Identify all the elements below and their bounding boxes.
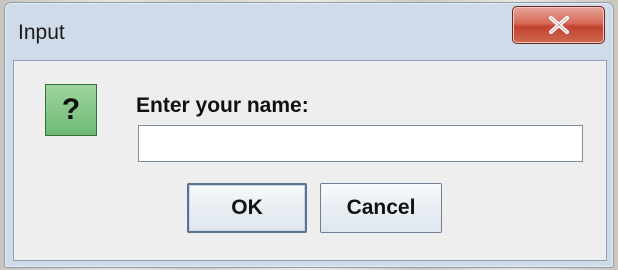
close-icon [548, 16, 569, 34]
input-dialog: Input ? Enter your name: OK Cancel [4, 2, 614, 268]
title-bar[interactable]: Input [5, 3, 613, 59]
question-icon-glyph: ? [61, 93, 81, 126]
close-button[interactable] [512, 6, 605, 44]
name-input[interactable] [138, 125, 583, 162]
cancel-button[interactable]: Cancel [320, 183, 442, 233]
prompt-label: Enter your name: [136, 94, 309, 117]
question-icon: ? [45, 84, 97, 136]
dialog-content: ? Enter your name: OK Cancel [13, 60, 607, 261]
window-title: Input [18, 21, 65, 44]
ok-button[interactable]: OK [187, 183, 307, 233]
